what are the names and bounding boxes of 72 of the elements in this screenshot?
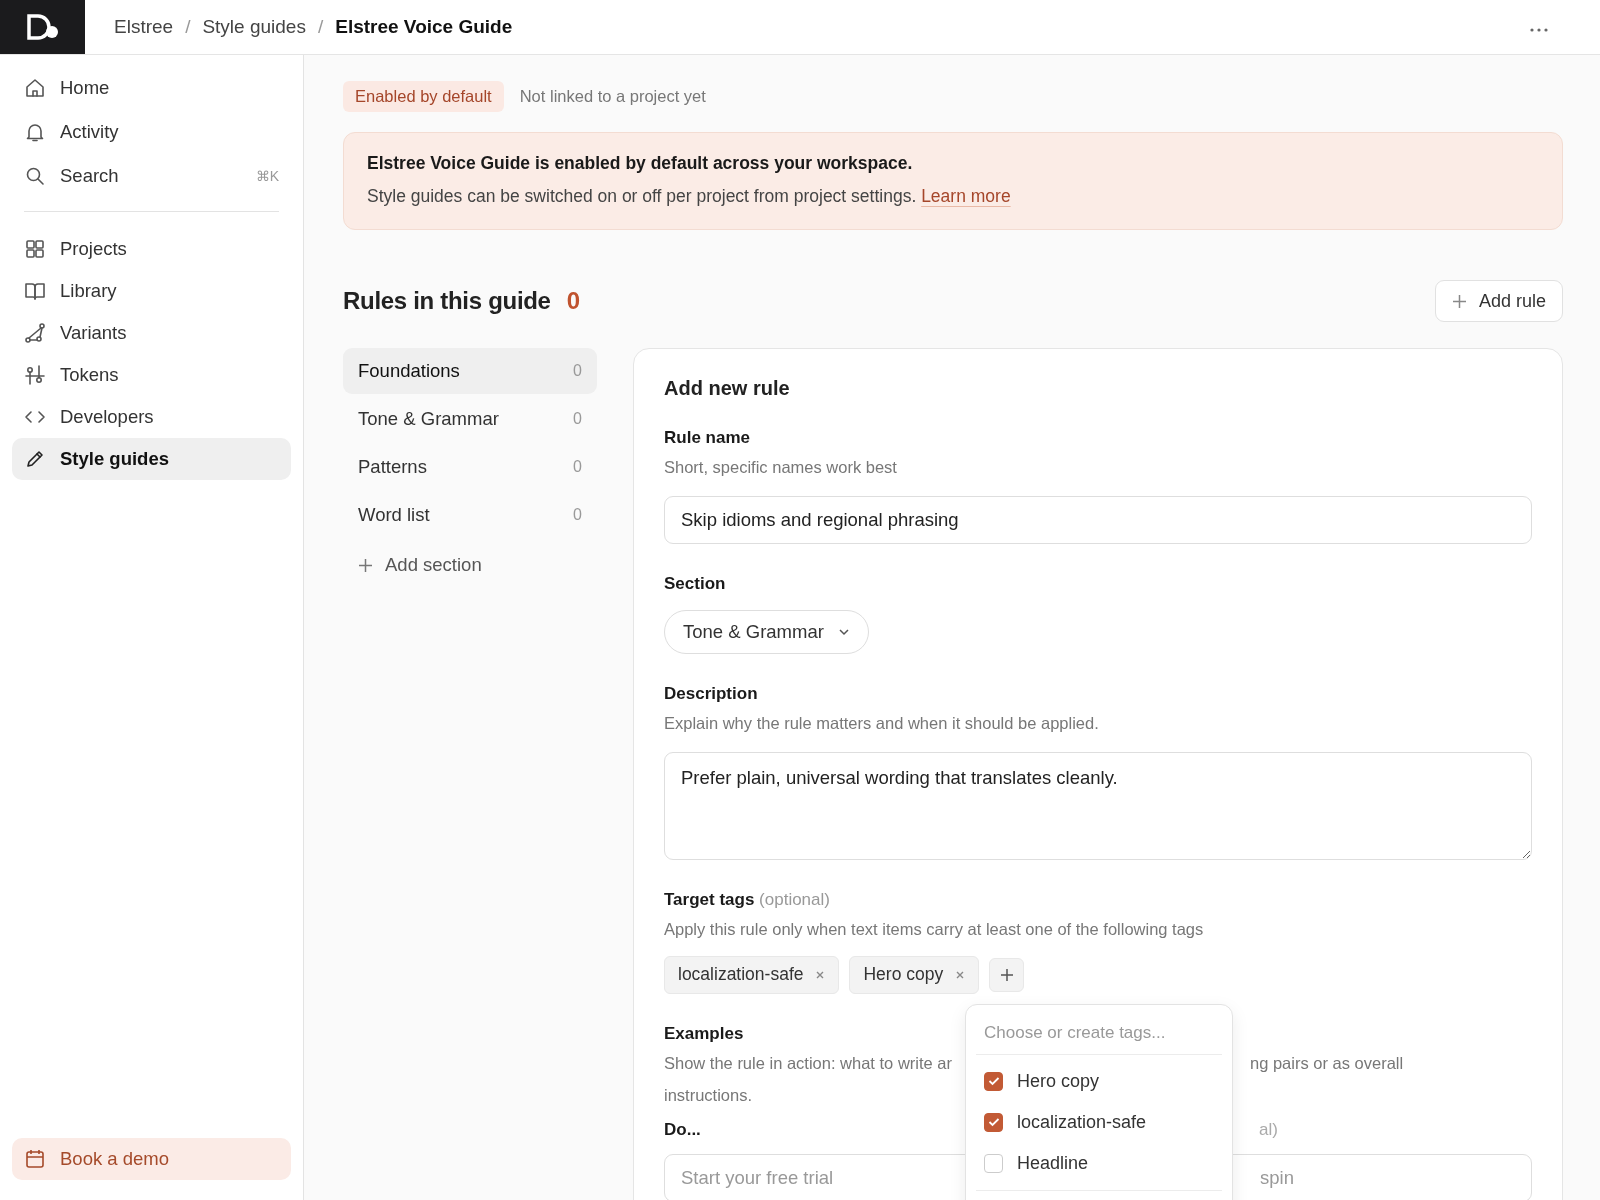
field-label: Do... <box>664 1119 701 1140</box>
chevron-down-icon <box>837 627 850 636</box>
field-label: Examples <box>664 1023 744 1044</box>
sliders-icon <box>24 364 46 386</box>
field-label: al) <box>1259 1119 1278 1140</box>
breadcrumb-separator: / <box>317 16 324 38</box>
field-hint: Short, specific names work best <box>664 457 898 478</box>
add-section-button[interactable]: Add section <box>343 540 497 590</box>
sidebar-item[interactable]: Projects <box>12 228 291 270</box>
breadcrumb-link[interactable]: Style guides <box>202 16 306 38</box>
sidebar-item[interactable]: Search ⌘K <box>12 155 291 197</box>
checkbox[interactable] <box>984 1071 1003 1091</box>
calendar-icon <box>24 1148 46 1170</box>
description-field[interactable]: Prefer plain, universal wording that translates cleanly. <box>664 751 1532 860</box>
section-item[interactable]: Tone & Grammar 0 <box>343 396 597 442</box>
branch-icon <box>24 322 46 344</box>
tag-chip: localization-safe <box>664 955 840 994</box>
status-badge: Enabled by default <box>343 81 504 112</box>
book-demo-button[interactable]: Book a demo <box>12 1138 291 1180</box>
check-icon <box>987 1117 1000 1128</box>
section-item[interactable]: Patterns 0 <box>343 444 597 490</box>
breadcrumb-link[interactable]: Elstree Voice Guide <box>335 16 513 38</box>
breadcrumb-link[interactable]: Elstree <box>114 16 174 38</box>
tag-option[interactable]: localization-safe <box>976 1101 1222 1143</box>
status-note: Not linked to a project yet <box>519 87 706 106</box>
field-hint: ng pairs or as overall <box>1250 1052 1404 1074</box>
breadcrumb-separator: / <box>185 16 191 38</box>
plus-icon <box>1451 293 1467 309</box>
field-label: Target tags (optional) <box>664 889 831 910</box>
sidebar-item[interactable]: Developers <box>12 396 291 438</box>
tag-chip: Hero copy <box>849 955 980 994</box>
grid-icon <box>24 238 46 260</box>
rule-count: 0 <box>566 287 580 315</box>
home-icon <box>24 77 46 99</box>
tag-option[interactable]: Hero copy <box>976 1060 1222 1102</box>
bell-icon <box>24 121 46 143</box>
sidebar-item[interactable]: Variants <box>12 312 291 354</box>
checkbox[interactable] <box>984 1153 1003 1173</box>
banner-text: Style guides can be switched on or off per project from project settings. Learn more <box>367 186 1012 207</box>
section-heading: Rules in this guide <box>343 287 551 315</box>
shortcut-hint: ⌘K <box>255 168 279 184</box>
section-item[interactable]: Foundations 0 <box>343 348 597 394</box>
plus-icon <box>358 557 373 573</box>
book-icon <box>24 280 46 302</box>
section-item[interactable]: Word list 0 <box>343 492 597 538</box>
sidebar-item[interactable]: Library <box>12 270 291 312</box>
field-label: Section <box>664 573 727 594</box>
checkbox[interactable] <box>984 1112 1003 1132</box>
field-label: Rule name <box>664 428 751 448</box>
field-label: Description <box>664 683 759 704</box>
field-hint: Show the rule in action: what to write ar <box>664 1052 952 1074</box>
add-rule-button[interactable]: Add rule <box>1434 280 1563 322</box>
section-dropdown[interactable]: Tone & Grammar <box>664 609 869 654</box>
add-tag-button[interactable] <box>989 957 1025 992</box>
rule-name-field[interactable]: Skip idioms and regional phrasing <box>664 495 1532 544</box>
field-hint: Explain why the rule matters and when it should be applied. <box>664 712 1100 734</box>
sidebar-item[interactable]: Home <box>12 67 291 109</box>
plus-icon <box>999 967 1014 982</box>
logo-icon[interactable] <box>0 0 85 54</box>
sidebar-item[interactable]: Activity <box>12 111 291 153</box>
check-icon <box>987 1076 1000 1087</box>
close-icon[interactable] <box>815 969 826 980</box>
field-hint: Apply this rule only when text items carry at least one of the following tags <box>664 918 1205 940</box>
form-title: Add new rule <box>664 377 791 400</box>
learn-more-link[interactable]: Learn more <box>921 186 1011 206</box>
sidebar-item[interactable]: Style guides <box>12 438 291 480</box>
field-hint: instructions. <box>664 1084 753 1106</box>
sidebar-item[interactable]: Tokens <box>12 354 291 396</box>
pencil-icon <box>24 448 46 470</box>
search-icon <box>24 165 46 187</box>
banner-title: Elstree Voice Guide is enabled by default across your workspace. <box>367 153 914 174</box>
close-icon[interactable] <box>955 969 966 980</box>
